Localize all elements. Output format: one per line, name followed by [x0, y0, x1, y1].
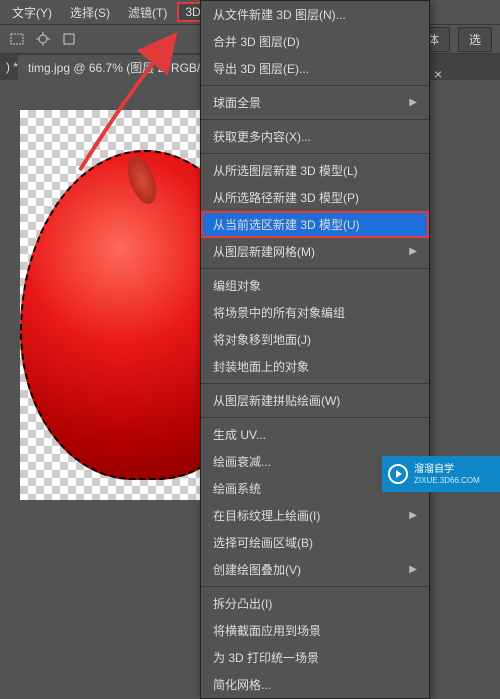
- watermark-url: ZIXUE.3D66.COM: [414, 476, 480, 485]
- menu-new-tiled-painting[interactable]: 从图层新建拼贴绘画(W): [201, 387, 429, 414]
- document-tab[interactable]: timg.jpg @ 66.7% (图层 2, RGB/: [18, 55, 210, 80]
- bug-icon[interactable]: [34, 30, 52, 48]
- menu-new-mesh-from-layer[interactable]: 从图层新建网格(M)▶: [201, 238, 429, 265]
- menu-get-more-content: 获取更多内容(X)...: [201, 123, 429, 150]
- separator: [201, 153, 429, 154]
- menu-group-all-objects[interactable]: 将场景中的所有对象编组: [201, 299, 429, 326]
- play-icon: [388, 464, 408, 484]
- menu-new-3d-from-path[interactable]: 从所选路径新建 3D 模型(P): [201, 184, 429, 211]
- menu-create-paint-overlay[interactable]: 创建绘图叠加(V)▶: [201, 556, 429, 583]
- tab-prev-fragment: ) *: [6, 60, 18, 74]
- watermark-title: 溜溜自学: [414, 464, 480, 476]
- tool-icon[interactable]: [8, 30, 26, 48]
- menu-group-objects[interactable]: 编组对象: [201, 272, 429, 299]
- menu-simplify-mesh[interactable]: 简化网格...: [201, 671, 429, 698]
- menu-unify-for-3d-print[interactable]: 为 3D 打印统一场景: [201, 644, 429, 671]
- separator: [201, 268, 429, 269]
- submenu-arrow-icon: ▶: [409, 564, 417, 575]
- menu-filter[interactable]: 滤镜(T): [120, 1, 175, 24]
- menu-apply-cross-section[interactable]: 将横截面应用到场景: [201, 617, 429, 644]
- menu-new-3d-layer-from-file[interactable]: 从文件新建 3D 图层(N)...: [201, 1, 429, 28]
- separator: [201, 85, 429, 86]
- menu-select-paintable-areas[interactable]: 选择可绘画区域(B): [201, 529, 429, 556]
- menu-split-extrusion[interactable]: 拆分凸出(I): [201, 590, 429, 617]
- menu-spherical-panorama[interactable]: 球面全景▶: [201, 89, 429, 116]
- submenu-arrow-icon: ▶: [409, 510, 417, 521]
- menu-select[interactable]: 选择(S): [62, 1, 118, 24]
- submenu-arrow-icon: ▶: [409, 97, 417, 108]
- menu-text[interactable]: 文字(Y): [4, 1, 60, 24]
- separator: [201, 119, 429, 120]
- menu-merge-3d-layers[interactable]: 合并 3D 图层(D): [201, 28, 429, 55]
- marquee-icon[interactable]: [60, 30, 78, 48]
- menu-paint-on-target-texture[interactable]: 在目标纹理上绘画(I)▶: [201, 502, 429, 529]
- menu-new-3d-from-selection[interactable]: 从当前选区新建 3D 模型(U): [201, 211, 429, 238]
- watermark: 溜溜自学 ZIXUE.3D66.COM: [382, 456, 500, 492]
- submenu-arrow-icon: ▶: [409, 246, 417, 257]
- separator: [201, 383, 429, 384]
- menu-generate-uv[interactable]: 生成 UV...: [201, 421, 429, 448]
- separator: [201, 417, 429, 418]
- menu-export-3d-layer[interactable]: 导出 3D 图层(E)...: [201, 55, 429, 82]
- separator: [201, 586, 429, 587]
- 3d-menu-dropdown: 从文件新建 3D 图层(N)... 合并 3D 图层(D) 导出 3D 图层(E…: [200, 0, 430, 699]
- close-icon[interactable]: ×: [434, 66, 442, 82]
- menu-new-3d-from-layer[interactable]: 从所选图层新建 3D 模型(L): [201, 157, 429, 184]
- menu-pack-on-ground[interactable]: 封装地面上的对象: [201, 353, 429, 380]
- select-partial-button[interactable]: 选: [458, 27, 492, 52]
- menu-move-to-ground[interactable]: 将对象移到地面(J): [201, 326, 429, 353]
